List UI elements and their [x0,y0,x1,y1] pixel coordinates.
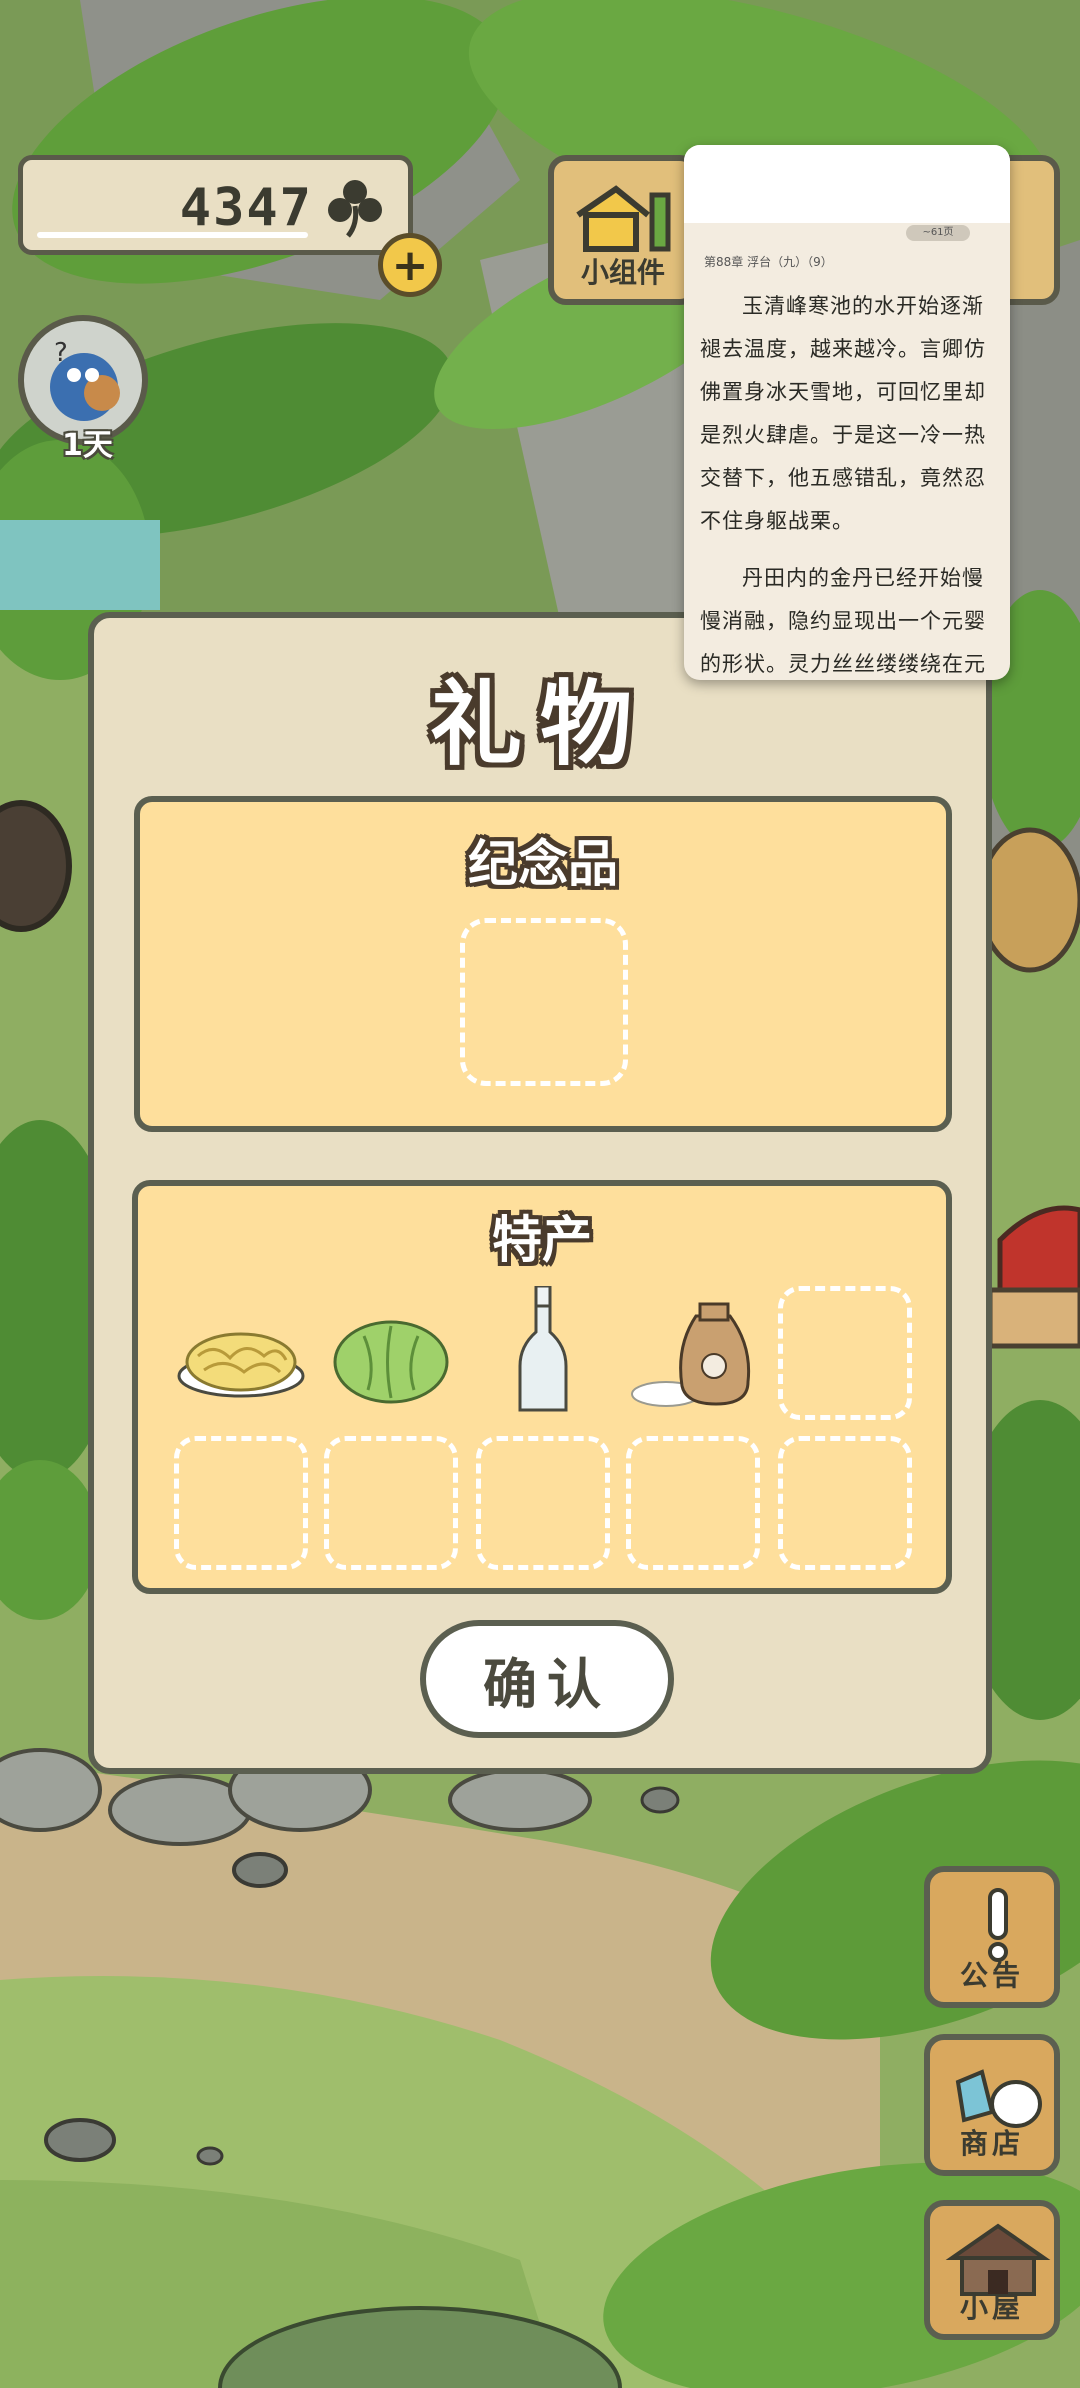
clover-underline [37,232,308,238]
gift-dialog: 礼物 纪念品 特产 确认 [88,612,992,1774]
reader-header [684,145,1010,223]
specialty-item-rice-sack[interactable] [626,1286,760,1420]
souvenir-slot[interactable] [460,918,628,1086]
reader-paragraph: 丹田内的金丹已经开始慢慢消融，隐约显现出一个元婴的形状。灵力丝丝缕缕绕在元婴身边… [700,566,986,676]
reader-page-badge: ~61页 [906,225,970,241]
svg-text:?: ? [54,338,68,368]
notice-button[interactable]: 公告 [924,1866,1060,2008]
reader-chapter-title: 第88章 浮台（九）（9） [704,255,833,269]
reader-overlay[interactable]: ~61页 第88章 浮台（九）（9） 玉清峰寒池的水开始逐渐褪去温度，越来越冷。… [684,145,1010,680]
specialty-slot-empty[interactable] [324,1436,458,1570]
specialty-title: 特产 [492,1211,592,1269]
bottle-icon [518,1284,568,1412]
rice-sack-icon [631,1302,751,1407]
shop-button[interactable]: 商店 [924,2034,1060,2176]
reader-body: 玉清峰寒池的水开始逐渐褪去温度，越来越冷。言卿仿佛置身冰天雪地，可回忆里却是烈火… [700,285,1000,680]
specialty-slot-empty[interactable] [626,1436,760,1570]
specialty-slot-empty[interactable] [778,1286,912,1420]
notice-label: 公告 [959,1959,1024,1992]
shop-bag-icon [955,2069,1042,2128]
souvenir-panel: 纪念品 [134,796,952,1132]
reader-paragraph: 玉清峰寒池的水开始逐渐褪去温度，越来越冷。言卿仿佛置身冰天雪地，可回忆里却是烈火… [700,294,986,533]
day-counter: 1天 [62,428,113,463]
specialty-item-cabbage[interactable] [324,1286,458,1420]
specialty-item-glass-bottle[interactable] [476,1284,610,1420]
cabbage-icon [333,1320,449,1404]
specialty-slot-empty[interactable] [778,1436,912,1570]
specialty-panel: 特产 [132,1180,952,1594]
confirm-button[interactable]: 确认 [420,1620,674,1738]
specialty-slot-empty[interactable] [476,1436,610,1570]
widget-label: 小组件 [580,256,665,289]
clover-count: 4347 [179,178,313,238]
clover-counter: 4347 [18,155,413,255]
shop-label: 商店 [959,2127,1024,2160]
souvenir-title: 纪念品 [468,835,618,893]
house-label: 小屋 [959,2291,1024,2324]
widget-button[interactable]: 小组件 [548,155,698,305]
fried-noodles-icon [177,1332,305,1398]
specialty-item-fried-noodles[interactable] [174,1286,308,1420]
house-button[interactable]: 小屋 [924,2200,1060,2340]
specialty-slot-empty[interactable] [174,1436,308,1570]
exclamation-icon [988,1888,1008,1962]
widget-icon [576,185,671,252]
clover-icon [328,180,382,238]
add-clover-button[interactable]: + [378,233,442,297]
